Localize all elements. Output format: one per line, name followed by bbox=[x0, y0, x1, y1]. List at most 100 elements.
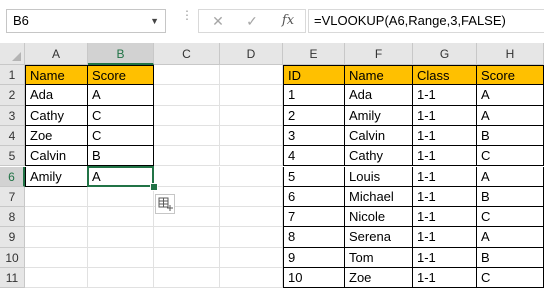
table-cell[interactable]: Calvin bbox=[25, 146, 88, 167]
cell[interactable] bbox=[88, 227, 154, 248]
column-header-c[interactable]: C bbox=[154, 43, 220, 65]
column-header-e[interactable]: E bbox=[283, 43, 345, 65]
table-cell[interactable]: C bbox=[88, 125, 154, 147]
row-header-9[interactable]: 9 bbox=[0, 227, 25, 248]
cell[interactable] bbox=[154, 146, 220, 167]
row-header-1[interactable]: 1 bbox=[0, 65, 25, 86]
row-header-4[interactable]: 4 bbox=[0, 125, 25, 147]
column-header-g[interactable]: G bbox=[413, 43, 477, 65]
table-cell[interactable]: A bbox=[477, 105, 544, 126]
cell[interactable] bbox=[154, 247, 220, 268]
table-cell[interactable]: Louis bbox=[345, 166, 413, 187]
table-cell[interactable]: B bbox=[477, 247, 544, 268]
row-header-2[interactable]: 2 bbox=[0, 85, 25, 106]
cell[interactable] bbox=[220, 247, 283, 268]
cell[interactable] bbox=[25, 186, 88, 208]
select-all-button[interactable] bbox=[0, 43, 25, 65]
table-cell[interactable]: 2 bbox=[283, 105, 345, 126]
cell[interactable] bbox=[154, 65, 220, 86]
cell[interactable] bbox=[25, 227, 88, 248]
cell[interactable] bbox=[154, 85, 220, 106]
table-cell[interactable]: 1-1 bbox=[413, 207, 477, 228]
table-cell[interactable]: Calvin bbox=[345, 125, 413, 147]
cell[interactable] bbox=[154, 166, 220, 187]
cell[interactable] bbox=[154, 227, 220, 248]
quick-analysis-button[interactable] bbox=[155, 193, 175, 214]
table-cell[interactable]: Ada bbox=[25, 85, 88, 106]
table-cell[interactable]: 1 bbox=[283, 85, 345, 106]
table-cell[interactable]: 1-1 bbox=[413, 268, 477, 288]
table-cell[interactable]: 1-1 bbox=[413, 85, 477, 106]
table-cell[interactable]: 1-1 bbox=[413, 247, 477, 268]
table-cell[interactable]: 8 bbox=[283, 227, 345, 248]
cancel-icon[interactable]: ✕ bbox=[205, 10, 231, 32]
cell[interactable] bbox=[25, 268, 88, 288]
spreadsheet-grid[interactable]: Name Score ID Name Class Score Ada A 1 Ada 1-1 A Cat… bbox=[0, 43, 544, 288]
row-header-7[interactable]: 7 bbox=[0, 186, 25, 208]
table-cell[interactable]: A bbox=[88, 85, 154, 106]
table-cell[interactable]: Amily bbox=[345, 105, 413, 126]
cell[interactable] bbox=[154, 268, 220, 288]
table-cell[interactable]: 4 bbox=[283, 146, 345, 167]
table-cell[interactable]: Ada bbox=[345, 85, 413, 106]
insert-function-button[interactable]: fx bbox=[273, 10, 303, 32]
table-cell[interactable]: 9 bbox=[283, 247, 345, 268]
cell[interactable] bbox=[154, 125, 220, 147]
table-cell[interactable]: 1-1 bbox=[413, 105, 477, 126]
table-cell[interactable]: Zoe bbox=[345, 268, 413, 288]
cell[interactable] bbox=[220, 85, 283, 106]
table-cell[interactable]: A bbox=[477, 166, 544, 187]
row-header-11[interactable]: 11 bbox=[0, 268, 25, 288]
table-header-cell[interactable]: Class bbox=[413, 65, 477, 86]
table-cell[interactable]: B bbox=[88, 146, 154, 167]
table-cell[interactable]: B bbox=[477, 186, 544, 208]
table-cell[interactable]: 6 bbox=[283, 186, 345, 208]
table-cell[interactable]: Amily bbox=[25, 166, 88, 187]
table-cell[interactable]: Zoe bbox=[25, 125, 88, 147]
column-header-h[interactable]: H bbox=[477, 43, 544, 65]
table-header-cell[interactable]: Score bbox=[477, 65, 544, 86]
table-cell[interactable]: 7 bbox=[283, 207, 345, 228]
row-header-10[interactable]: 10 bbox=[0, 247, 25, 268]
cell[interactable] bbox=[220, 268, 283, 288]
name-box[interactable]: B6 ▼ bbox=[6, 9, 166, 33]
table-cell[interactable]: C bbox=[88, 105, 154, 126]
cell[interactable] bbox=[220, 105, 283, 126]
cell[interactable] bbox=[220, 146, 283, 167]
table-cell[interactable]: A bbox=[477, 85, 544, 106]
column-header-b[interactable]: B bbox=[88, 43, 154, 65]
table-header-cell[interactable]: Name bbox=[25, 65, 88, 86]
table-cell[interactable]: Cathy bbox=[345, 146, 413, 167]
cell[interactable] bbox=[220, 227, 283, 248]
table-cell[interactable]: A bbox=[477, 227, 544, 248]
table-cell[interactable]: 3 bbox=[283, 125, 345, 147]
cell[interactable] bbox=[220, 166, 283, 187]
table-header-cell[interactable]: Score bbox=[88, 65, 154, 86]
table-cell[interactable]: A bbox=[88, 166, 154, 187]
table-cell[interactable]: Michael bbox=[345, 186, 413, 208]
table-cell[interactable]: 1-1 bbox=[413, 166, 477, 187]
row-header-3[interactable]: 3 bbox=[0, 105, 25, 126]
table-cell[interactable]: Serena bbox=[345, 227, 413, 248]
table-cell[interactable]: 1-1 bbox=[413, 125, 477, 147]
cell[interactable] bbox=[88, 207, 154, 228]
row-header-8[interactable]: 8 bbox=[0, 207, 25, 228]
table-cell[interactable]: C bbox=[477, 146, 544, 167]
enter-icon[interactable]: ✓ bbox=[239, 10, 265, 32]
table-cell[interactable]: 5 bbox=[283, 166, 345, 187]
table-cell[interactable]: Tom bbox=[345, 247, 413, 268]
cell[interactable] bbox=[88, 247, 154, 268]
table-cell[interactable]: Nicole bbox=[345, 207, 413, 228]
resize-grip-icon[interactable]: ⋮ bbox=[181, 9, 193, 30]
table-cell[interactable]: 1-1 bbox=[413, 227, 477, 248]
table-cell[interactable]: 1-1 bbox=[413, 146, 477, 167]
cell[interactable] bbox=[25, 247, 88, 268]
cell[interactable] bbox=[25, 207, 88, 228]
table-cell[interactable]: 1-1 bbox=[413, 186, 477, 208]
row-header-6[interactable]: 6 bbox=[0, 166, 25, 187]
cell[interactable] bbox=[220, 125, 283, 147]
formula-input[interactable]: =VLOOKUP(A6,Range,3,FALSE) bbox=[308, 9, 544, 33]
column-header-a[interactable]: A bbox=[25, 43, 88, 65]
cell[interactable] bbox=[220, 207, 283, 228]
column-header-d[interactable]: D bbox=[220, 43, 283, 65]
